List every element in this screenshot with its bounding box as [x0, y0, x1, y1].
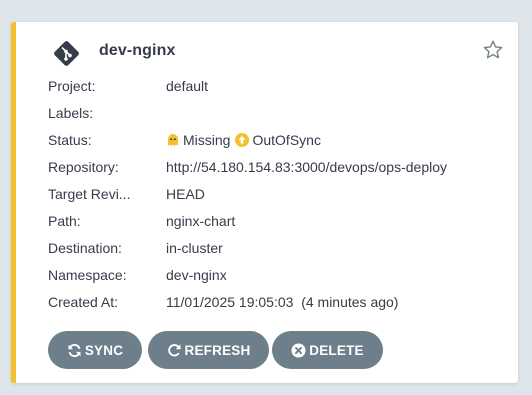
- app-name[interactable]: dev-nginx: [99, 42, 175, 60]
- repository-link[interactable]: http://54.180.154.83:3000/devops/ops-dep…: [166, 157, 447, 177]
- delete-button-label: DELETE: [309, 342, 364, 358]
- field-label: Labels:: [48, 105, 94, 121]
- field-label: Path:: [48, 213, 81, 229]
- field-label: Status:: [48, 132, 92, 148]
- star-outline-icon[interactable]: [482, 39, 504, 61]
- field-label: Namespace:: [48, 267, 127, 283]
- arrow-up-circle-icon: [235, 133, 250, 147]
- redo-icon: [167, 343, 181, 356]
- sync-status: OutOfSync: [252, 132, 321, 148]
- application-card[interactable]: dev-nginx Project: default Labels: Statu…: [11, 22, 518, 383]
- delete-button[interactable]: DELETE: [272, 331, 383, 369]
- ghost-icon: [168, 134, 178, 146]
- field-value: 11/01/2025 19:05:03 (4 minutes ago): [166, 294, 399, 310]
- field-label: Created At:: [48, 294, 119, 310]
- status-value: Missing OutOfSync: [166, 130, 326, 150]
- field-label: Destination:: [48, 240, 122, 256]
- field-value: default: [166, 78, 209, 94]
- field-value: HEAD: [166, 186, 205, 202]
- field-value: in-cluster: [166, 240, 223, 256]
- field-label: Target Revi...: [48, 186, 131, 202]
- field-value: dev-nginx: [166, 267, 227, 283]
- field-label: Repository:: [48, 159, 119, 175]
- refresh-button[interactable]: REFRESH: [148, 331, 269, 369]
- sync-button[interactable]: SYNC: [48, 331, 142, 369]
- field-value: nginx-chart: [166, 213, 236, 229]
- refresh-button-label: REFRESH: [184, 342, 251, 358]
- sync-button-label: SYNC: [84, 342, 124, 358]
- times-circle-icon: [291, 342, 306, 358]
- health-status: Missing: [183, 132, 231, 148]
- field-label: Project:: [48, 78, 96, 94]
- sync-icon: [68, 343, 81, 357]
- git-icon: [54, 41, 79, 66]
